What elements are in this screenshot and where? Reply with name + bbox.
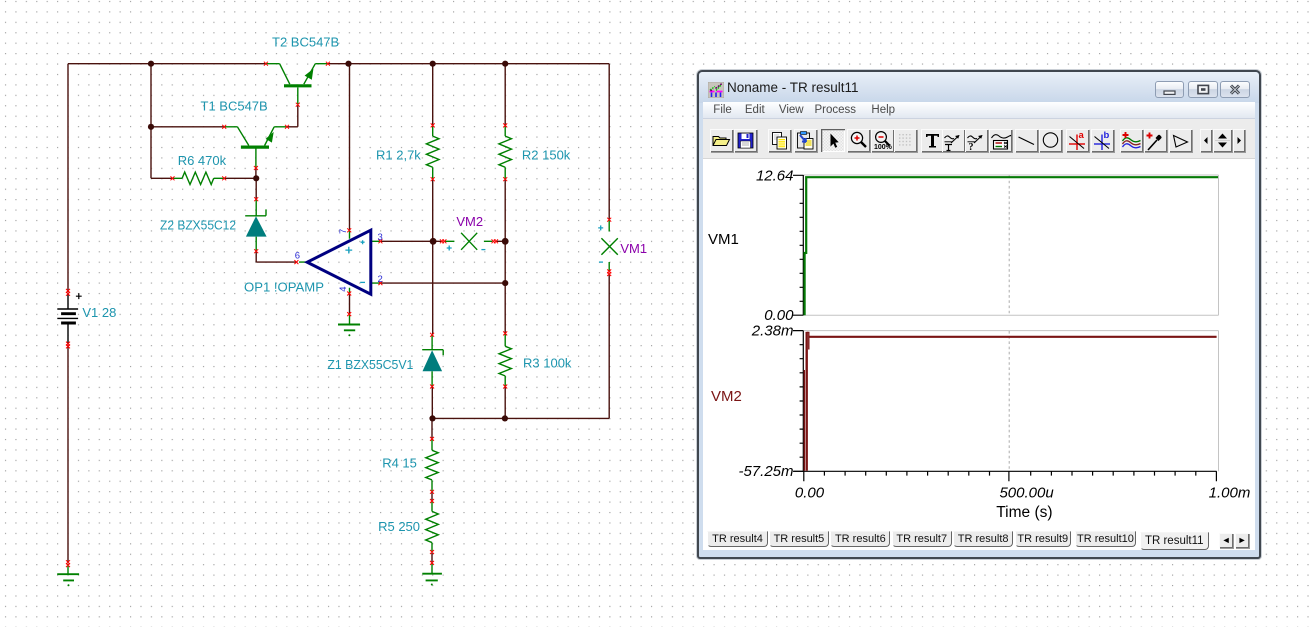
- svg-text:T1 BC547B: T1 BC547B: [201, 99, 268, 114]
- svg-text:R2 150k: R2 150k: [522, 148, 571, 163]
- svg-text:7: 7: [338, 229, 349, 234]
- svg-text:a: a: [1079, 130, 1085, 141]
- svg-text:Z1 BZX55C5V1: Z1 BZX55C5V1: [327, 357, 413, 372]
- svg-text:Z2 BZX55C12: Z2 BZX55C12: [160, 218, 236, 233]
- svg-text:2: 2: [378, 274, 383, 285]
- svg-text:VM2: VM2: [456, 214, 483, 229]
- svg-text:VM1: VM1: [620, 241, 647, 256]
- svg-text:R5 250: R5 250: [378, 519, 420, 534]
- svg-text:100%: 100%: [874, 144, 893, 151]
- svg-text:R4 15: R4 15: [382, 456, 417, 471]
- svg-text:T2 BC547B: T2 BC547B: [272, 35, 339, 50]
- svg-text:R6 470k: R6 470k: [178, 153, 227, 168]
- svg-text:6: 6: [295, 251, 300, 262]
- svg-text:R3 100k: R3 100k: [523, 356, 572, 371]
- svg-text:3: 3: [378, 232, 383, 243]
- svg-text:OP1 !OPAMP: OP1 !OPAMP: [244, 280, 324, 295]
- svg-text:b: b: [1103, 130, 1109, 141]
- svg-text:V1 28: V1 28: [82, 305, 116, 320]
- svg-text:R1 2,7k: R1 2,7k: [376, 148, 421, 163]
- svg-text:4: 4: [338, 287, 349, 292]
- svg-text:?: ?: [969, 142, 974, 152]
